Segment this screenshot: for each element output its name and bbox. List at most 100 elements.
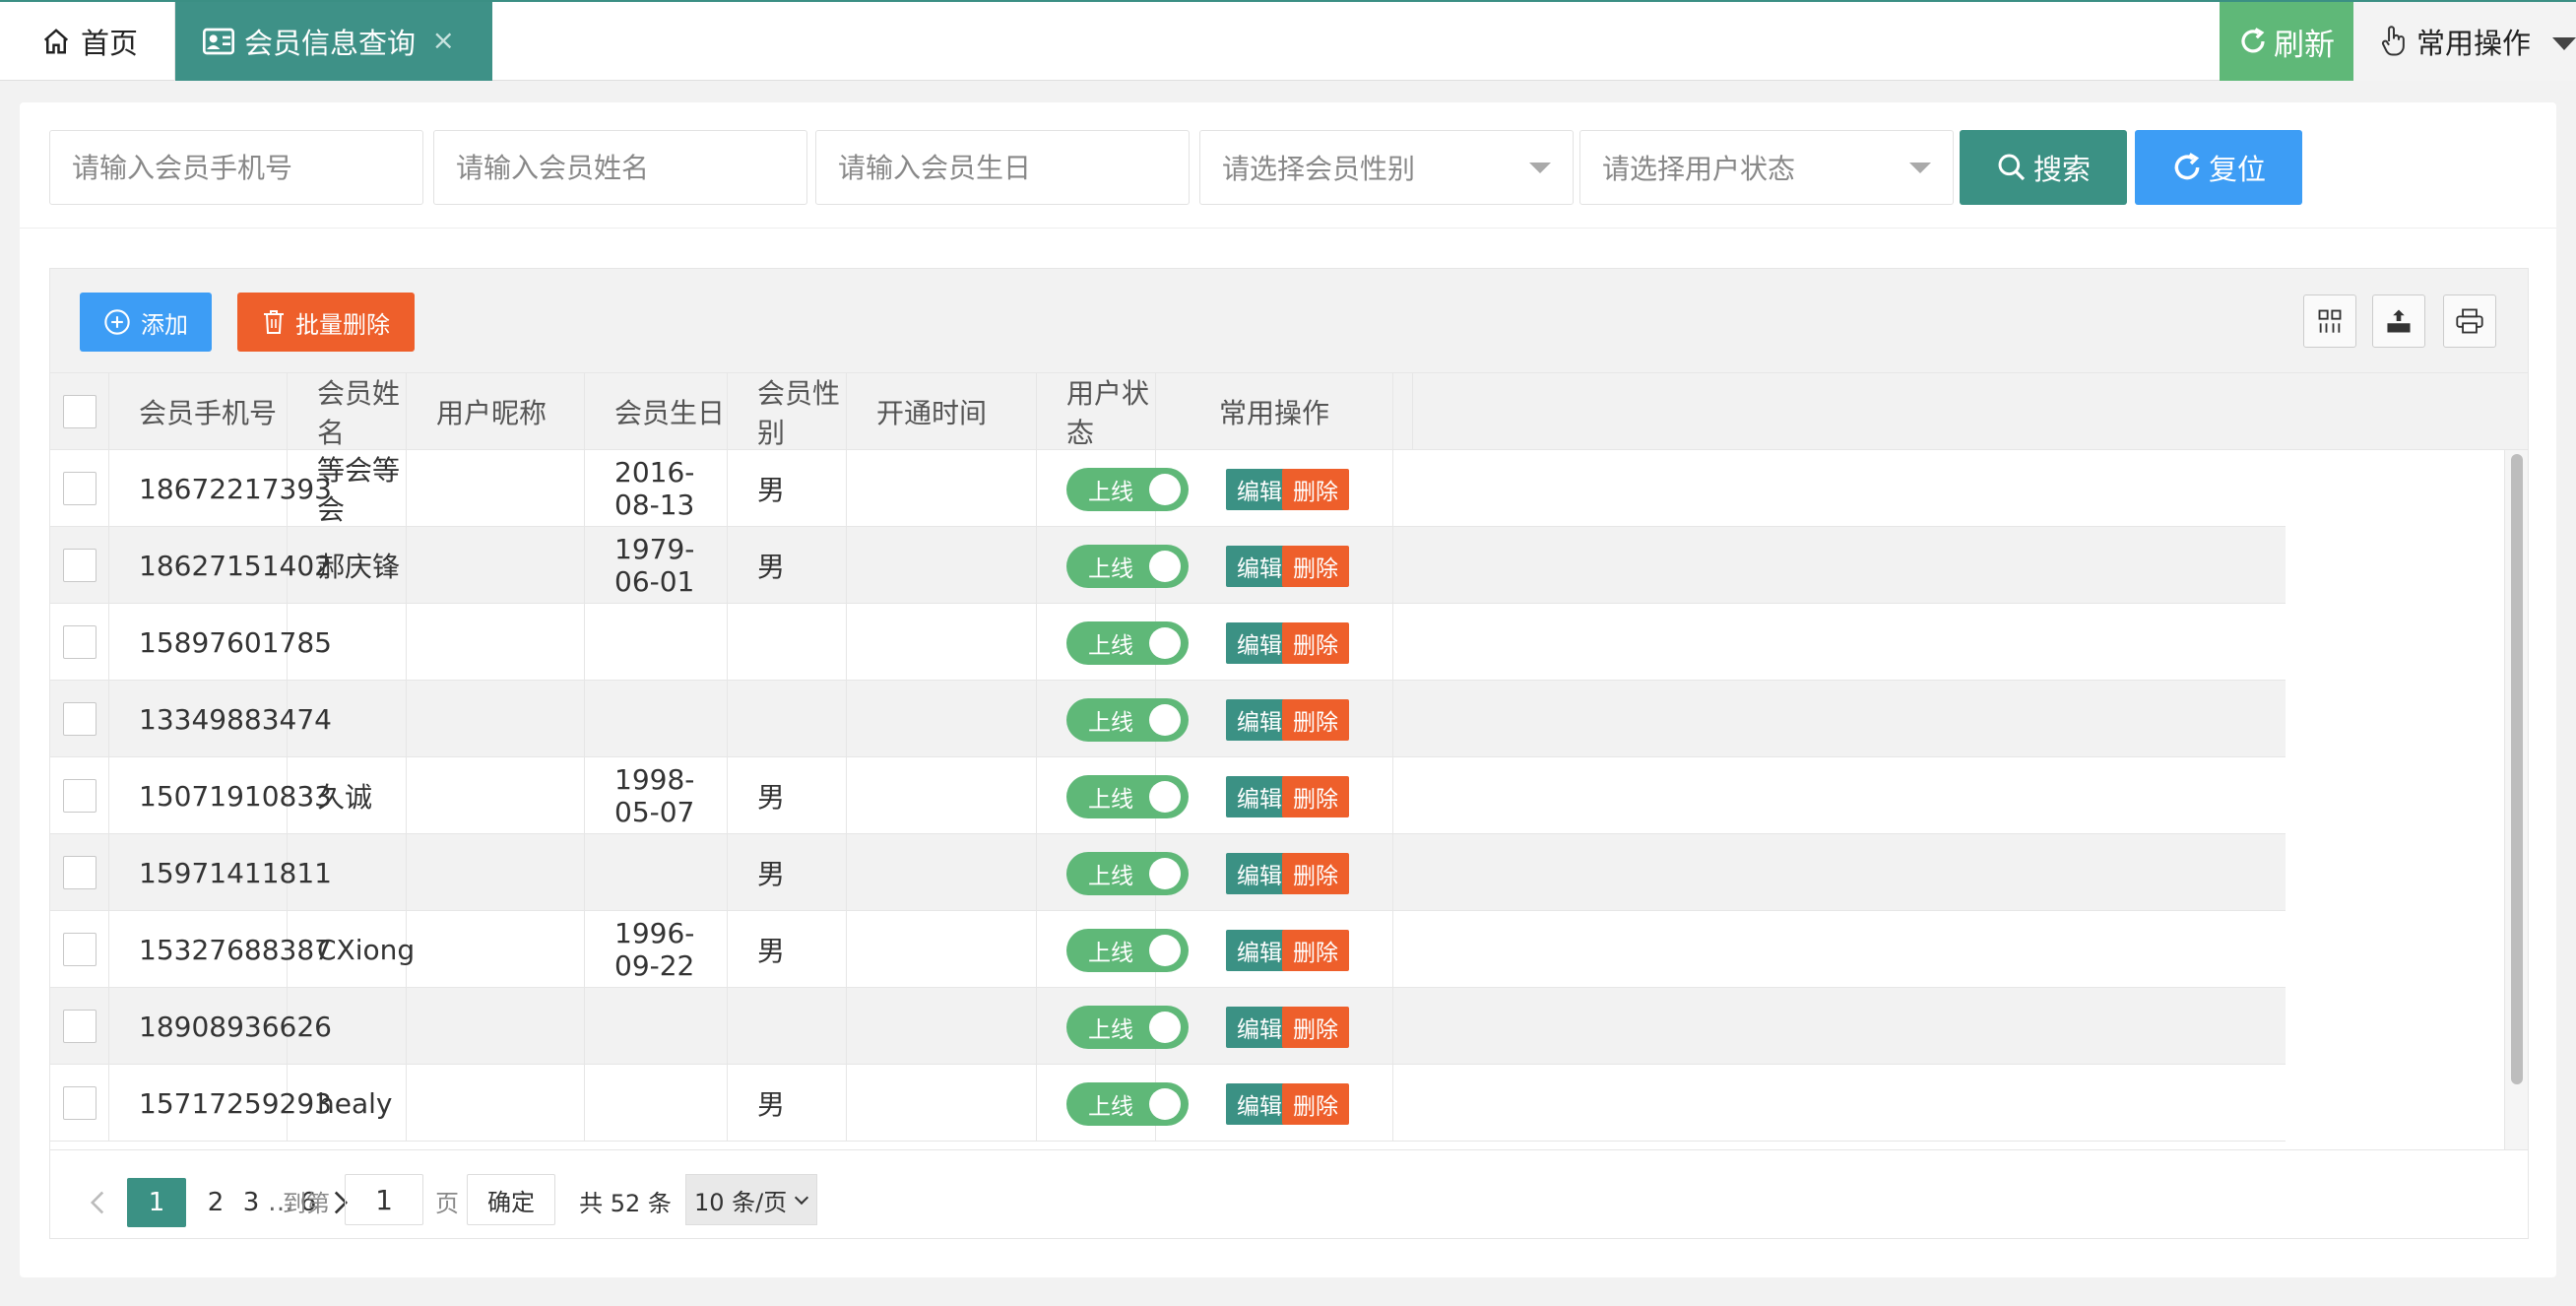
- delete-button[interactable]: 删除: [1282, 546, 1349, 587]
- row-checkbox[interactable]: [62, 625, 97, 659]
- batch-delete-button[interactable]: 批量删除: [237, 293, 415, 352]
- select-all-checkbox[interactable]: [62, 395, 97, 428]
- row-checkbox[interactable]: [62, 933, 97, 966]
- table-row: 18672217393 等会等会 2016-08-13 男 上线 编辑 删除: [50, 450, 2286, 527]
- tab-close-icon[interactable]: ×: [432, 24, 455, 56]
- table-row: 15971411811 男 上线 编辑 删除: [50, 834, 2286, 911]
- name-search-input[interactable]: [456, 151, 806, 184]
- column-header-opened[interactable]: 开通时间: [847, 373, 1037, 450]
- cell-nickname: [407, 604, 585, 681]
- status-select[interactable]: 请选择用户状态: [1579, 130, 1954, 205]
- cell-nickname: [407, 757, 585, 834]
- cell-actions: 编辑 删除: [1156, 757, 1393, 834]
- goto-page-input[interactable]: 1: [345, 1174, 423, 1225]
- cell-gender: 男: [728, 757, 847, 834]
- cell-actions: 编辑 删除: [1156, 834, 1393, 911]
- tab-home[interactable]: 首页: [0, 2, 175, 81]
- reset-button-label: 复位: [2208, 153, 2266, 186]
- status-toggle-label: 上线: [1088, 787, 1133, 813]
- cell-gender: [728, 681, 847, 757]
- row-select-cell: [50, 527, 109, 604]
- goto-confirm-button[interactable]: 确定: [467, 1174, 555, 1225]
- column-header-name[interactable]: 会员姓名: [288, 373, 407, 450]
- delete-button[interactable]: 删除: [1282, 853, 1349, 894]
- cell-nickname: [407, 988, 585, 1065]
- print-icon[interactable]: [2443, 294, 2496, 348]
- cell-gender: 男: [728, 1065, 847, 1142]
- row-checkbox[interactable]: [62, 779, 97, 813]
- scrollbar-thumb[interactable]: [2511, 454, 2523, 1084]
- goto-label: 到第: [283, 1189, 330, 1217]
- row-checkbox[interactable]: [62, 1086, 97, 1120]
- add-button[interactable]: 添加: [80, 293, 212, 352]
- delete-button[interactable]: 删除: [1282, 930, 1349, 971]
- birthday-search-input[interactable]: [838, 151, 1189, 184]
- select-caret-icon: [1529, 163, 1551, 173]
- page-size-select[interactable]: 10 条/页: [685, 1174, 817, 1225]
- vertical-scrollbar[interactable]: [2504, 450, 2528, 1149]
- member-card-icon: [203, 28, 234, 55]
- cell-actions: 编辑 删除: [1156, 527, 1393, 604]
- row-checkbox[interactable]: [62, 472, 97, 505]
- cell-phone: 15971411811: [109, 834, 332, 911]
- cell-gender: 男: [728, 911, 847, 988]
- birthday-search-field[interactable]: [815, 130, 1190, 205]
- columns-filter-icon[interactable]: [2303, 294, 2356, 348]
- column-header-phone[interactable]: 会员手机号: [109, 373, 288, 450]
- pagination-goto: 到第 1 页 确定 共 52 条 10 条/页: [49, 1148, 1034, 1237]
- row-select-cell: [50, 1065, 109, 1142]
- total-count: 共 52 条: [579, 1189, 672, 1217]
- column-header-nickname[interactable]: 用户昵称: [407, 373, 585, 450]
- cell-nickname: [407, 450, 585, 527]
- export-icon[interactable]: [2372, 294, 2425, 348]
- caret-down-icon: [2552, 37, 2576, 50]
- phone-search-input[interactable]: [72, 151, 422, 184]
- column-header-status[interactable]: 用户状态: [1037, 373, 1156, 450]
- cell-birthday: 1996-09-22: [585, 911, 728, 988]
- table-row: 15071910833 久诚 1998-05-07 男 上线 编辑 删除: [50, 757, 2286, 834]
- status-toggle-label: 上线: [1088, 941, 1133, 966]
- row-checkbox[interactable]: [62, 702, 97, 736]
- delete-button[interactable]: 删除: [1282, 1007, 1349, 1048]
- cell-name: 郝庆锋: [288, 527, 407, 604]
- status-select-placeholder: 请选择用户状态: [1602, 153, 1796, 185]
- row-select-cell: [50, 681, 109, 757]
- cell-actions: 编辑 删除: [1156, 604, 1393, 681]
- row-checkbox[interactable]: [62, 549, 97, 582]
- delete-button[interactable]: 删除: [1282, 776, 1349, 817]
- reset-button[interactable]: 复位: [2135, 130, 2302, 205]
- cell-phone: 18627151402: [109, 527, 332, 604]
- row-select-cell: [50, 988, 109, 1065]
- search-button[interactable]: 搜索: [1960, 130, 2127, 205]
- select-all-cell: [50, 373, 109, 450]
- phone-search-field[interactable]: [49, 130, 423, 205]
- common-ops-label: 常用操作: [2416, 27, 2532, 60]
- cell-birthday: [585, 1065, 728, 1142]
- delete-button[interactable]: 删除: [1282, 1083, 1349, 1125]
- gender-select[interactable]: 请选择会员性别: [1199, 130, 1574, 205]
- tab-member-query[interactable]: 会员信息查询 ×: [175, 2, 492, 81]
- tab-member-label: 会员信息查询: [244, 27, 417, 60]
- status-toggle-label: 上线: [1088, 556, 1133, 582]
- name-search-field[interactable]: [433, 130, 807, 205]
- status-toggle-label: 上线: [1088, 1094, 1133, 1120]
- delete-button[interactable]: 删除: [1282, 469, 1349, 510]
- refresh-button[interactable]: 刷新: [2220, 2, 2353, 81]
- column-header-gender[interactable]: 会员性别: [728, 373, 847, 450]
- home-icon: [41, 27, 71, 56]
- cell-status: 上线: [1037, 988, 1189, 1065]
- cell-gender: 男: [728, 834, 847, 911]
- delete-button[interactable]: 删除: [1282, 622, 1349, 664]
- row-checkbox[interactable]: [62, 856, 97, 889]
- row-checkbox[interactable]: [62, 1010, 97, 1043]
- delete-button[interactable]: 删除: [1282, 699, 1349, 741]
- cell-opened: [847, 1065, 1037, 1142]
- status-toggle-label: 上线: [1088, 710, 1133, 736]
- table-row: 13349883474 上线 编辑 删除: [50, 681, 2286, 757]
- common-ops-dropdown[interactable]: 常用操作: [2353, 2, 2576, 81]
- cell-nickname: [407, 527, 585, 604]
- row-select-cell: [50, 911, 109, 988]
- table-toolbar: 添加 批量删除: [50, 269, 2528, 373]
- cell-actions: 编辑 删除: [1156, 911, 1393, 988]
- column-header-birthday[interactable]: 会员生日: [585, 373, 728, 450]
